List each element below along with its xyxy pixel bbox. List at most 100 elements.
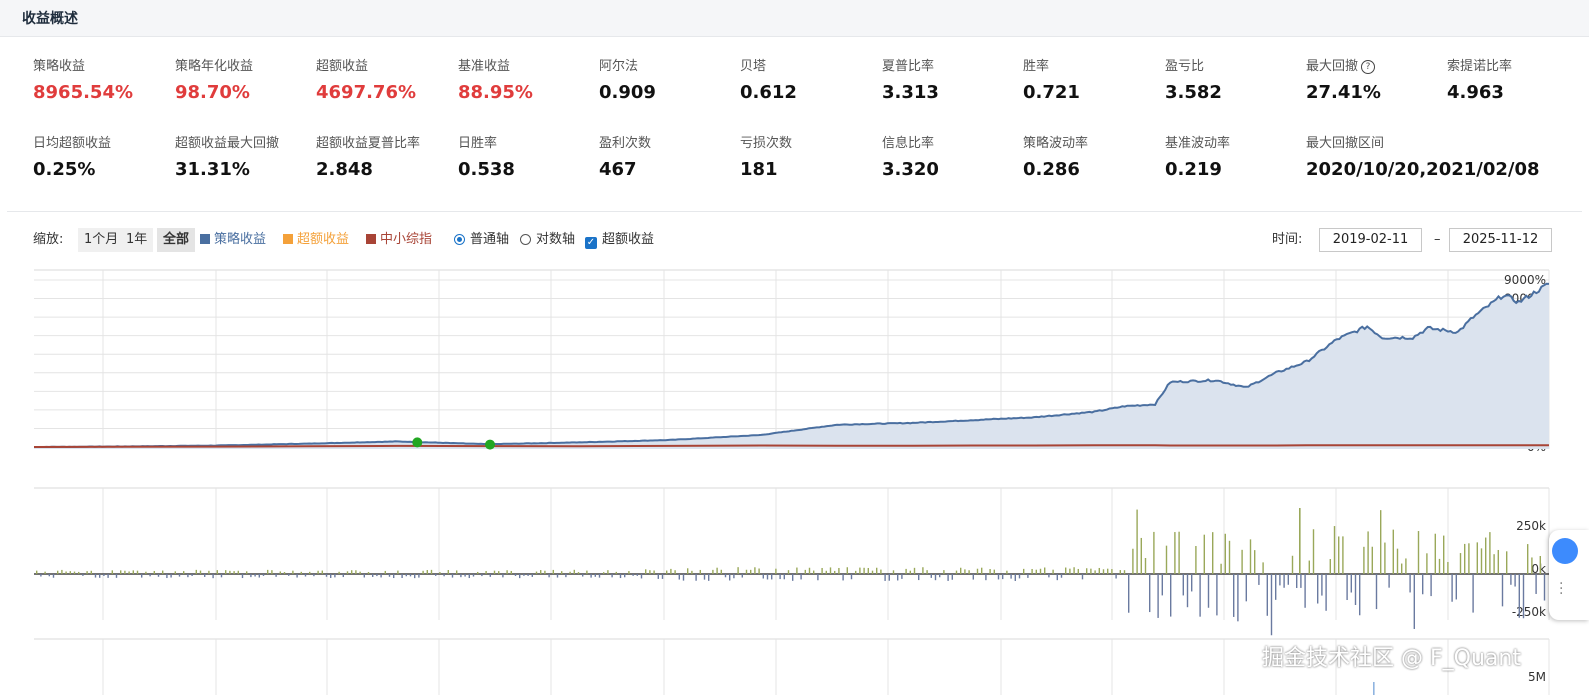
pnl-bar — [153, 570, 155, 574]
pnl-bar — [1493, 554, 1495, 574]
y-tick-label: 9000% — [1504, 273, 1546, 287]
pnl-bar — [1346, 574, 1348, 601]
pnl-bar — [1270, 574, 1273, 636]
pnl-bar — [787, 570, 790, 574]
pnl-bar — [779, 574, 781, 580]
pnl-bar — [1291, 555, 1294, 574]
pnl-bar — [120, 570, 122, 574]
pnl-bar — [1258, 574, 1260, 585]
pnl-bar — [1543, 574, 1546, 601]
pnl-bar — [443, 574, 445, 577]
pnl-bar — [636, 574, 638, 576]
pnl-bar — [766, 574, 769, 580]
pnl-bar — [800, 574, 802, 580]
pnl-bar — [758, 568, 760, 574]
pnl-bar — [1094, 570, 1096, 574]
pnl-bar — [796, 567, 798, 574]
pnl-bar — [388, 574, 391, 577]
pnl-bar — [577, 572, 580, 574]
pnl-bar — [107, 574, 109, 578]
pnl-bar — [871, 570, 874, 574]
pnl-bar — [1048, 574, 1050, 578]
pnl-bar — [1510, 574, 1512, 585]
pnl-bar — [531, 574, 533, 577]
pnl-bar — [1056, 574, 1058, 581]
pnl-bar — [888, 574, 890, 581]
pnl-bar — [1476, 542, 1478, 574]
pnl-bar — [355, 570, 357, 574]
pnl-bar — [1002, 574, 1004, 580]
pnl-bar — [464, 574, 466, 577]
more-dots-icon[interactable]: · · · — [1559, 577, 1563, 601]
pnl-bar — [1123, 570, 1126, 574]
pnl-bar — [82, 574, 84, 576]
pnl-bar — [1144, 558, 1147, 574]
pnl-bar — [687, 568, 689, 574]
pnl-bar — [1044, 567, 1046, 574]
pnl-bar — [1035, 569, 1037, 574]
pnl-bar — [976, 568, 979, 574]
pnl-bar — [414, 574, 416, 579]
pnl-bar — [1220, 563, 1222, 574]
pnl-bar — [1077, 568, 1079, 574]
pnl-bar — [422, 570, 424, 574]
pnl-bar — [1279, 574, 1281, 586]
pnl-bar — [1443, 535, 1445, 574]
pnl-bar — [288, 574, 290, 576]
pnl-bar — [514, 574, 517, 576]
pnl-bar — [1182, 574, 1184, 596]
pnl-bar — [569, 571, 571, 574]
pnl-bar — [775, 568, 777, 574]
pnl-bar — [951, 574, 953, 580]
pnl-bar — [544, 570, 546, 574]
pnl-bar — [1464, 543, 1466, 574]
pnl-bar — [947, 574, 949, 581]
floating-side-widget[interactable]: · · · — [1549, 530, 1589, 620]
pnl-bar — [1031, 568, 1033, 574]
max-drawdown-marker — [412, 437, 423, 448]
pnl-bar — [1338, 536, 1340, 574]
pnl-bar — [960, 567, 962, 574]
pnl-bar — [111, 570, 113, 574]
pnl-bar — [128, 571, 130, 574]
pnl-bar — [523, 574, 525, 576]
pnl-bar — [653, 570, 655, 574]
pnl-bar — [1178, 531, 1180, 574]
y-tick-label: -250k — [1512, 605, 1546, 619]
pnl-bar — [640, 574, 643, 579]
y-tick-label: 0k — [1531, 562, 1546, 576]
pnl-bar — [876, 567, 878, 574]
pnl-bar — [300, 571, 302, 574]
pnl-bar — [666, 570, 668, 574]
pnl-bar — [384, 570, 386, 574]
pnl-bar — [712, 569, 714, 574]
pnl-bar — [1039, 568, 1042, 574]
pnl-bar — [1312, 529, 1315, 574]
pnl-bar — [985, 574, 987, 581]
pnl-bar — [397, 570, 399, 574]
pnl-bar — [250, 574, 252, 578]
pnl-bar — [367, 572, 370, 574]
pnl-bar — [1472, 574, 1474, 613]
pnl-bar — [519, 574, 521, 579]
pnl-bar — [859, 567, 861, 574]
pnl-bar — [1459, 553, 1462, 574]
pnl-bar — [1480, 548, 1483, 574]
pnl-bar — [1157, 574, 1159, 618]
pnl-bar — [36, 570, 38, 574]
pnl-bar — [225, 570, 227, 574]
pnl-bar — [1401, 563, 1403, 574]
pnl-bar — [376, 574, 378, 577]
pnl-bar — [65, 571, 67, 574]
pnl-bar — [510, 570, 512, 574]
charts-canvas[interactable]: 9000%8000%7000%6000%5000%4000%3000%2000%… — [0, 0, 1589, 695]
pnl-bar — [1522, 574, 1525, 619]
pnl-bar — [934, 574, 937, 581]
pnl-bar — [1308, 560, 1310, 574]
pnl-bar — [477, 571, 479, 574]
pnl-bar — [737, 567, 739, 574]
pnl-bar — [1186, 574, 1189, 608]
pnl-bar — [69, 571, 71, 574]
assistant-icon[interactable] — [1552, 538, 1578, 564]
pnl-bar — [1224, 533, 1226, 574]
